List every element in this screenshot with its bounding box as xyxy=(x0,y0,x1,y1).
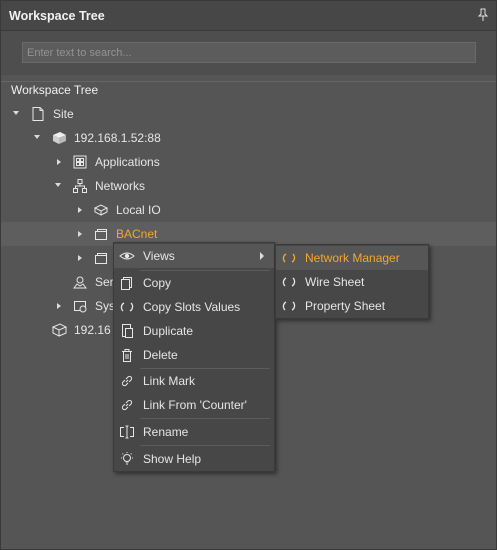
panel-titlebar: Workspace Tree xyxy=(1,1,496,31)
section-header: Workspace Tree xyxy=(1,81,496,100)
search-area xyxy=(1,31,496,75)
tree-node-label: 192.168.1.52:88 xyxy=(74,131,161,145)
menu-item-label: Delete xyxy=(143,348,178,362)
menu-item-link-from[interactable]: Link From 'Counter' xyxy=(114,393,274,417)
menu-separator xyxy=(140,445,270,446)
tree-node-label: Sys xyxy=(95,299,116,313)
tree-node-applications[interactable]: Applications xyxy=(1,150,496,174)
tree-node-label: 192.16 xyxy=(74,323,111,337)
menu-item-label: Show Help xyxy=(143,452,202,466)
submenu-item-network-manager[interactable]: Network Manager xyxy=(276,246,428,270)
expand-arrow-icon[interactable] xyxy=(78,207,82,213)
views-submenu: Network Manager Wire Sheet Property Shee… xyxy=(275,244,429,319)
copy-slots-icon xyxy=(119,299,135,315)
panel-title: Workspace Tree xyxy=(9,9,105,23)
tree-node-site[interactable]: Site xyxy=(1,102,496,126)
menu-item-rename[interactable]: Rename xyxy=(114,420,274,444)
menu-item-label: Rename xyxy=(143,425,189,439)
network-folder-icon xyxy=(93,226,109,242)
menu-separator xyxy=(140,418,270,419)
link-icon xyxy=(119,397,135,413)
submenu-item-label: Wire Sheet xyxy=(305,275,365,289)
pin-icon[interactable] xyxy=(477,8,489,22)
menu-item-label: Duplicate xyxy=(143,324,194,338)
view-icon xyxy=(281,250,297,266)
menu-item-label: Link From 'Counter' xyxy=(143,398,247,412)
view-icon xyxy=(281,298,297,314)
view-icon xyxy=(281,274,297,290)
applications-icon xyxy=(72,154,88,170)
menu-item-label: Link Mark xyxy=(143,374,196,388)
menu-item-label: Views xyxy=(143,249,175,263)
menu-item-link-mark[interactable]: Link Mark xyxy=(114,369,274,393)
tree-node-networks[interactable]: Networks xyxy=(1,174,496,198)
expand-arrow-icon[interactable] xyxy=(78,255,82,261)
menu-item-duplicate[interactable]: Duplicate xyxy=(114,319,274,343)
network-icon xyxy=(72,178,88,194)
submenu-item-property-sheet[interactable]: Property Sheet xyxy=(276,294,428,318)
menu-item-label: Copy xyxy=(143,276,172,290)
submenu-arrow-icon xyxy=(260,252,264,260)
expand-arrow-icon[interactable] xyxy=(78,231,82,237)
submenu-item-wire-sheet[interactable]: Wire Sheet xyxy=(276,270,428,294)
station-icon xyxy=(51,322,68,338)
menu-item-delete[interactable]: Delete xyxy=(114,343,274,367)
collapse-arrow-icon[interactable] xyxy=(13,111,19,115)
copy-icon xyxy=(119,275,135,291)
tree-node-label: Networks xyxy=(95,179,146,193)
collapse-arrow-icon[interactable] xyxy=(55,183,61,187)
submenu-item-label: Network Manager xyxy=(305,251,400,265)
menu-item-copy[interactable]: Copy xyxy=(114,271,274,295)
tree-node-label: Ser xyxy=(95,275,114,289)
eye-icon xyxy=(119,248,135,264)
tree-node-label: BACnet xyxy=(116,227,158,241)
tree-node-label: Applications xyxy=(95,155,160,169)
search-input[interactable] xyxy=(22,42,476,63)
workspace-tree-panel: Workspace Tree Workspace Tree Site 192.1… xyxy=(0,0,497,550)
lightbulb-icon xyxy=(119,451,135,467)
collapse-arrow-icon[interactable] xyxy=(34,135,40,139)
page-icon xyxy=(30,106,46,122)
trash-icon xyxy=(119,347,135,363)
menu-item-views[interactable]: Views xyxy=(114,244,274,268)
context-menu: Views Copy Copy Slots Values Duplicate D… xyxy=(113,242,275,472)
tree-node-label: Local IO xyxy=(116,203,161,217)
duplicate-icon xyxy=(119,323,135,339)
expand-arrow-icon[interactable] xyxy=(57,159,61,165)
device-icon xyxy=(93,202,109,218)
submenu-item-label: Property Sheet xyxy=(305,299,386,313)
network-folder-icon xyxy=(93,250,109,266)
expand-arrow-icon[interactable] xyxy=(57,303,61,309)
services-icon xyxy=(72,274,88,290)
menu-item-show-help[interactable]: Show Help xyxy=(114,447,274,471)
tree-node-station[interactable]: 192.168.1.52:88 xyxy=(1,126,496,150)
station-icon xyxy=(51,130,67,146)
tree-node-label: Site xyxy=(53,107,74,121)
tree-node-local-io[interactable]: Local IO xyxy=(1,198,496,222)
link-icon xyxy=(119,373,135,389)
menu-item-copy-slots-values[interactable]: Copy Slots Values xyxy=(114,295,274,319)
system-icon xyxy=(72,298,88,314)
rename-icon xyxy=(119,424,135,440)
menu-item-label: Copy Slots Values xyxy=(143,300,241,314)
